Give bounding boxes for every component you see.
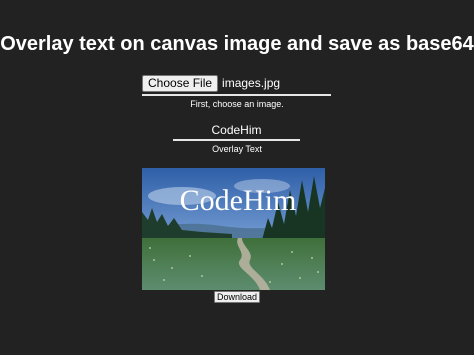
choose-file-button[interactable]: Choose File (142, 74, 219, 92)
overlay-text-input[interactable] (173, 120, 300, 141)
landscape-image: CodeHim (142, 168, 325, 290)
selected-file-name: images.jpg (222, 76, 281, 90)
page-title: Overlay text on canvas image and save as… (0, 33, 474, 55)
canvas-image: CodeHim (142, 168, 325, 290)
file-input-underline (142, 94, 331, 96)
file-hint-text: First, choose an image. (190, 99, 284, 109)
canvas-overlay-text: CodeHim (180, 184, 297, 217)
overlay-text-label: Overlay Text (212, 144, 262, 154)
download-button[interactable]: Download (214, 291, 261, 303)
file-input[interactable]: Choose File images.jpg (142, 73, 331, 93)
